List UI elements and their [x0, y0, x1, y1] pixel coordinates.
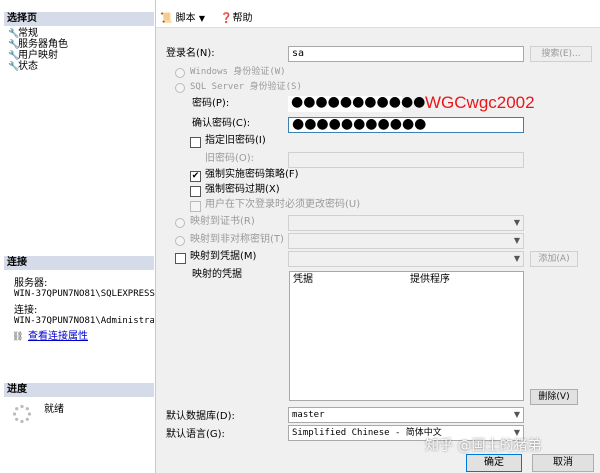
sql-auth-radio[interactable] — [175, 83, 185, 93]
password-label: 密码(P): — [192, 98, 230, 109]
default-database-label: 默认数据库(D): — [166, 411, 235, 422]
connection-label: 连接: — [14, 305, 38, 316]
help-button[interactable]: ❓帮助 — [220, 12, 252, 26]
default-database-select[interactable]: master ▼ — [288, 407, 524, 423]
chevron-down-icon: ▼ — [513, 410, 520, 419]
windows-auth-radio[interactable] — [175, 68, 185, 78]
search-button[interactable]: 搜索(E)... — [530, 46, 592, 62]
view-connection-properties-link[interactable]: ⛓ 查看连接属性 — [12, 331, 88, 342]
sidebar-item-general[interactable]: 🔧常规 — [8, 28, 38, 39]
login-name-input[interactable]: sa — [288, 46, 524, 62]
toolbar: 📜 脚本 ▼ ❓帮助 — [156, 0, 600, 28]
annotation-text: WGCwgc2002 — [425, 93, 535, 112]
progress-header: 进度 — [4, 383, 154, 397]
script-icon: 📜 — [160, 13, 173, 24]
must-change-checkbox[interactable] — [190, 201, 201, 212]
chevron-down-icon: ▼ — [198, 14, 205, 23]
mapped-credentials-list[interactable]: 凭据 提供程序 — [289, 271, 524, 401]
map-cert-label: 映射到证书(R) — [190, 216, 255, 227]
help-icon: ❓ — [220, 13, 233, 24]
server-label: 服务器: — [14, 278, 48, 289]
spinner-icon — [12, 404, 32, 424]
specify-old-password-checkbox[interactable] — [190, 137, 201, 148]
specify-old-password-label: 指定旧密码(I) — [205, 135, 266, 146]
remove-button[interactable]: 删除(V) — [530, 389, 578, 405]
credential-select[interactable]: ▼ — [288, 251, 524, 267]
sql-auth-label: SQL Server 身份验证(S) — [190, 82, 302, 92]
sidebar-item-server-roles[interactable]: 🔧服务器角色 — [8, 39, 68, 50]
password-input[interactable]: ●●●●●●●●●●● — [288, 95, 425, 112]
old-password-input[interactable] — [288, 152, 524, 168]
map-asym-key-label: 映射到非对称密钥(T) — [190, 234, 284, 245]
column-header-credential[interactable]: 凭据 — [293, 273, 313, 287]
must-change-label: 用户在下次登录时必须更改密码(U) — [205, 199, 361, 210]
enforce-expiration-label: 强制密码过期(X) — [205, 184, 280, 195]
sidebar-item-label: 服务器角色 — [18, 39, 68, 50]
login-name-label: 登录名(N): — [166, 48, 215, 59]
chevron-down-icon: ▼ — [513, 254, 520, 263]
progress-status: 就绪 — [44, 404, 64, 415]
cert-select[interactable]: ▼ — [288, 215, 524, 231]
cancel-button[interactable]: 取消 — [532, 454, 594, 472]
sidebar-item-label: 用户映射 — [18, 50, 58, 61]
default-language-label: 默认语言(G): — [166, 429, 225, 440]
add-button[interactable]: 添加(A) — [530, 251, 578, 267]
windows-auth-label: Windows 身份验证(W) — [190, 67, 286, 77]
chevron-down-icon: ▼ — [513, 218, 520, 227]
chevron-down-icon: ▼ — [513, 236, 520, 245]
enforce-expiration-checkbox[interactable] — [190, 186, 201, 197]
sidebar-item-label: 状态 — [18, 61, 38, 72]
map-credential-checkbox[interactable] — [175, 253, 186, 264]
old-password-label: 旧密码(O): — [205, 153, 255, 164]
mapped-credentials-label: 映射的凭据 — [192, 269, 242, 280]
connection-properties-icon: ⛓ — [12, 332, 24, 342]
sidebar-item-user-mapping[interactable]: 🔧用户映射 — [8, 50, 58, 61]
sidebar-item-label: 常规 — [18, 28, 38, 39]
map-credential-label: 映射到凭据(M) — [190, 251, 257, 262]
connection-header: 连接 — [4, 256, 154, 270]
select-page-header: 选择页 — [4, 12, 154, 26]
enforce-policy-label: 强制实施密码策略(F) — [205, 169, 299, 180]
ok-button[interactable]: 确定 — [466, 454, 522, 472]
confirm-password-input[interactable]: ●●●●●●●●●●● — [288, 117, 524, 133]
sidebar-item-status[interactable]: 🔧状态 — [8, 61, 38, 72]
confirm-password-label: 确认密码(C): — [192, 118, 251, 129]
server-value: WIN-37QPUN7NO81\SQLEXPRESS — [14, 289, 155, 299]
script-button[interactable]: 📜 脚本 ▼ — [160, 12, 205, 26]
column-header-provider[interactable]: 提供程序 — [410, 273, 450, 287]
left-panel: 选择页 🔧常规 🔧服务器角色 🔧用户映射 🔧状态 连接 服务器: WIN-37Q… — [0, 0, 156, 473]
asym-key-select[interactable]: ▼ — [288, 233, 524, 249]
map-cert-radio[interactable] — [175, 218, 185, 228]
wrench-icon: 🔧 — [8, 62, 20, 72]
connection-value: WIN-37QPUN7NO81\Administrat — [14, 316, 154, 326]
enforce-policy-checkbox[interactable]: ✔ — [190, 171, 201, 182]
watermark: 知乎 @国士的猪弟 — [425, 438, 542, 454]
map-asym-key-radio[interactable] — [175, 236, 185, 246]
